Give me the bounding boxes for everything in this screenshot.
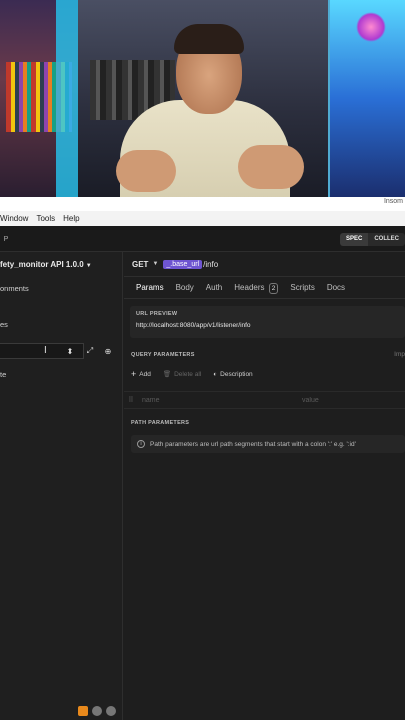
path-params-label: PATH PARAMETERS (131, 420, 190, 426)
headers-count-badge: 2 (268, 282, 279, 294)
document-title[interactable]: fety_monitor API 1.0.0 ▼ (0, 260, 92, 269)
sidebar: fety_monitor API 1.0.0 ▼ onments es I ⬍ ⤢… (0, 252, 123, 720)
request-pane: GET ▼ _.base_url /info Params Body Auth … (124, 252, 405, 720)
text-cursor-icon: I (44, 345, 47, 356)
tab-headers[interactable]: Headers 2 (228, 277, 284, 299)
menu-help[interactable]: Help (63, 214, 79, 223)
menu-tools[interactable]: Tools (36, 214, 55, 223)
toggle-icon: ◐ (213, 370, 218, 378)
tab-body[interactable]: Body (170, 277, 200, 299)
trash-icon: 🗑 (162, 371, 172, 378)
info-icon: i (137, 440, 145, 448)
param-row: ⠿ (124, 391, 405, 409)
tab-spec[interactable]: SPEC (339, 233, 369, 246)
chevron-down-icon[interactable]: ▼ (152, 261, 158, 267)
url-path[interactable]: /info (203, 260, 218, 269)
tab-collection[interactable]: COLLEC (368, 233, 405, 246)
url-preview-value: http://localhost:8080/app/v1/listener/in… (136, 322, 251, 329)
drag-handle-icon[interactable]: ⠿ (124, 396, 138, 404)
param-value-input[interactable] (302, 396, 392, 404)
tab-auth[interactable]: Auth (200, 277, 228, 299)
url-preview: URL PREVIEW http://localhost:8080/app/v1… (130, 306, 405, 338)
view-switch: SPEC COLLEC (339, 233, 405, 246)
tab-params[interactable]: Params (130, 277, 170, 299)
path-params-info: i Path parameters are url path segments … (131, 435, 405, 453)
webcam-video (0, 0, 405, 197)
query-params-toolbar: + Add 🗑 Delete all ◐ Description (131, 369, 253, 379)
cloud-sync-icon[interactable] (106, 706, 116, 716)
param-name-input[interactable] (142, 396, 302, 404)
sidebar-item-request[interactable]: te (0, 370, 6, 379)
url-bar: GET ▼ _.base_url /info (124, 252, 405, 277)
env-variable-tag[interactable]: _.base_url (163, 259, 203, 269)
url-preview-label: URL PREVIEW (136, 311, 178, 317)
sidebar-item-cookies[interactable]: es (0, 320, 8, 329)
add-param-button[interactable]: + Add (131, 369, 151, 379)
menu-window[interactable]: Window (0, 214, 28, 223)
sidebar-footer (78, 706, 116, 716)
expand-icon[interactable]: ⤢ (84, 345, 96, 357)
window-titlebar (0, 197, 405, 211)
import-link[interactable]: Imp (394, 351, 405, 358)
method-select[interactable]: GET (132, 260, 148, 269)
query-params-label: QUERY PARAMETERS (131, 352, 195, 358)
delete-all-button[interactable]: 🗑 Delete all (162, 370, 201, 379)
tab-docs[interactable]: Docs (321, 277, 351, 299)
app-header: P SPEC COLLEC (0, 226, 405, 252)
sync-status-icon[interactable] (78, 706, 88, 716)
request-tabs: Params Body Auth Headers 2 Scripts Docs (124, 277, 405, 299)
chevron-down-icon: ▼ (85, 263, 92, 269)
description-toggle[interactable]: ◐ Description (213, 371, 252, 378)
sort-icon[interactable]: ⬍ (64, 345, 76, 357)
menu-bar: Window Tools Help (0, 211, 405, 226)
sidebar-item-environments[interactable]: onments (0, 284, 29, 293)
project-badge[interactable]: P (0, 233, 12, 245)
plus-icon: + (131, 369, 137, 379)
app-title: Insom (383, 198, 403, 205)
tab-scripts[interactable]: Scripts (284, 277, 320, 299)
cloud-icon[interactable] (92, 706, 102, 716)
add-circle-icon[interactable]: ⊕ (102, 345, 114, 357)
